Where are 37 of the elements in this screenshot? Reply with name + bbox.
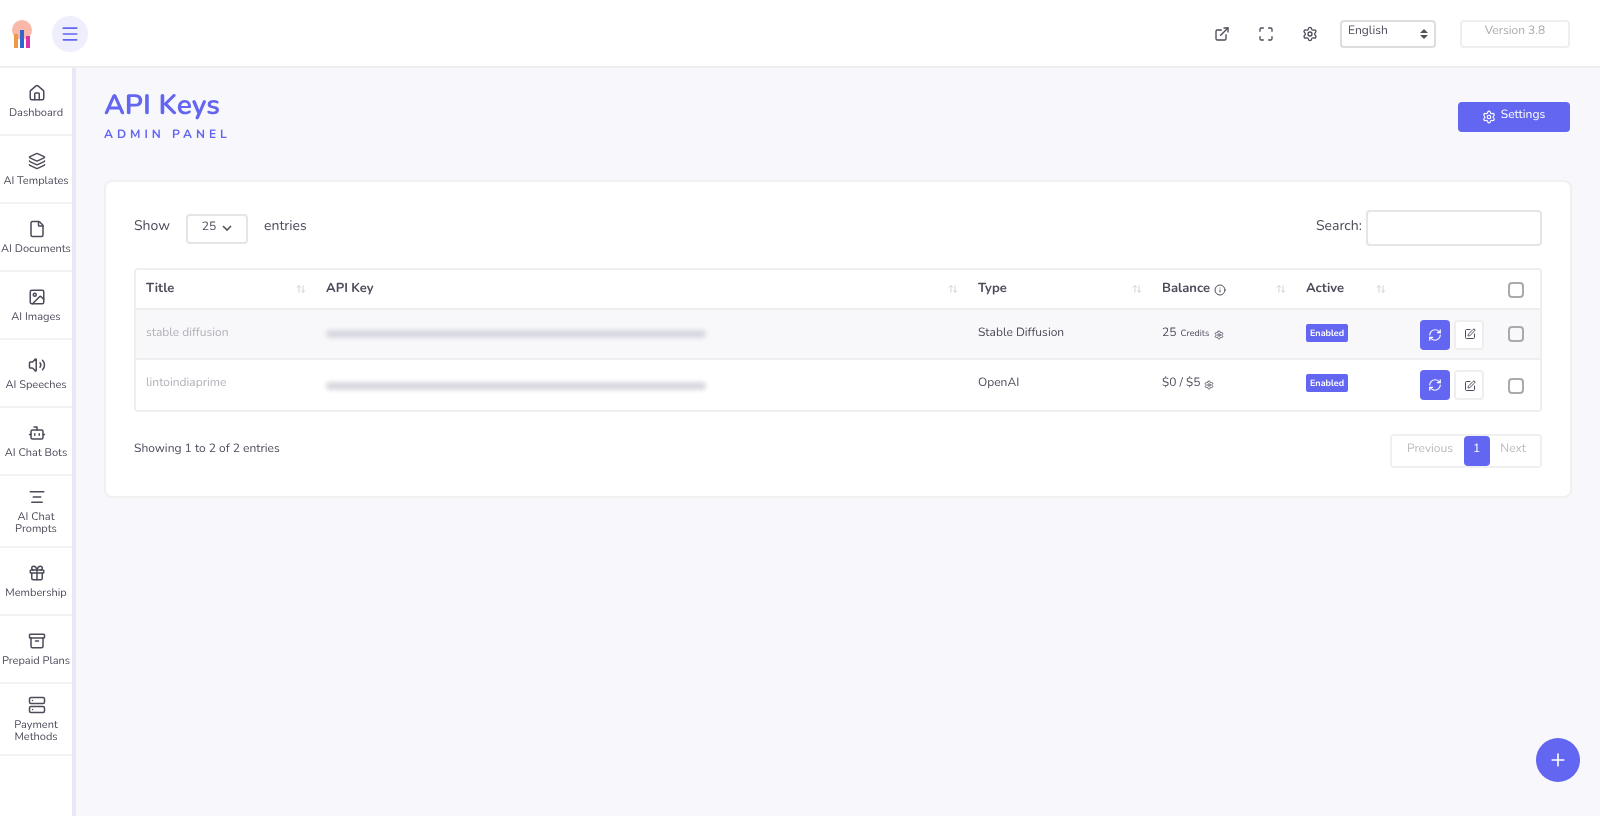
edit-button[interactable] <box>1454 370 1484 400</box>
up-down-arrows-icon <box>1420 27 1428 39</box>
gear-icon[interactable] <box>1204 380 1215 390</box>
lines-icon <box>27 488 45 506</box>
house-icon <box>27 84 45 102</box>
refresh-icon <box>1428 327 1442 341</box>
gear-icon <box>1482 110 1497 124</box>
archive-box-icon <box>27 632 45 650</box>
edit-icon <box>1463 379 1475 391</box>
chevron-down-icon <box>222 224 233 232</box>
edit-button[interactable] <box>1454 319 1484 349</box>
fullscreen-icon[interactable] <box>1258 25 1274 41</box>
edit-icon <box>1463 328 1475 340</box>
external-link-icon[interactable] <box>1214 25 1230 41</box>
logo-icon <box>8 17 36 49</box>
robot-icon <box>27 424 45 442</box>
search-field[interactable] <box>1366 210 1542 246</box>
document-icon <box>27 220 45 238</box>
menu-icon <box>60 23 80 43</box>
info-icon <box>1214 283 1226 295</box>
row-checkbox[interactable] <box>1508 377 1524 393</box>
plus-icon <box>1548 750 1568 770</box>
add-button[interactable] <box>1536 738 1580 782</box>
row-checkbox[interactable] <box>1508 326 1524 342</box>
gift-icon <box>27 564 45 582</box>
menu-button[interactable] <box>52 15 88 51</box>
page-title: API Keys <box>104 88 222 124</box>
settings-icon[interactable] <box>1302 25 1318 41</box>
gear-icon[interactable] <box>1213 329 1224 339</box>
refresh-button[interactable] <box>1420 319 1450 349</box>
select-all-checkbox[interactable] <box>1508 281 1524 297</box>
stack-icon <box>27 696 45 714</box>
image-icon <box>27 288 45 306</box>
refresh-button[interactable] <box>1420 370 1450 400</box>
layers-icon <box>27 152 45 170</box>
speaker-icon <box>27 356 45 374</box>
refresh-icon <box>1428 378 1442 392</box>
